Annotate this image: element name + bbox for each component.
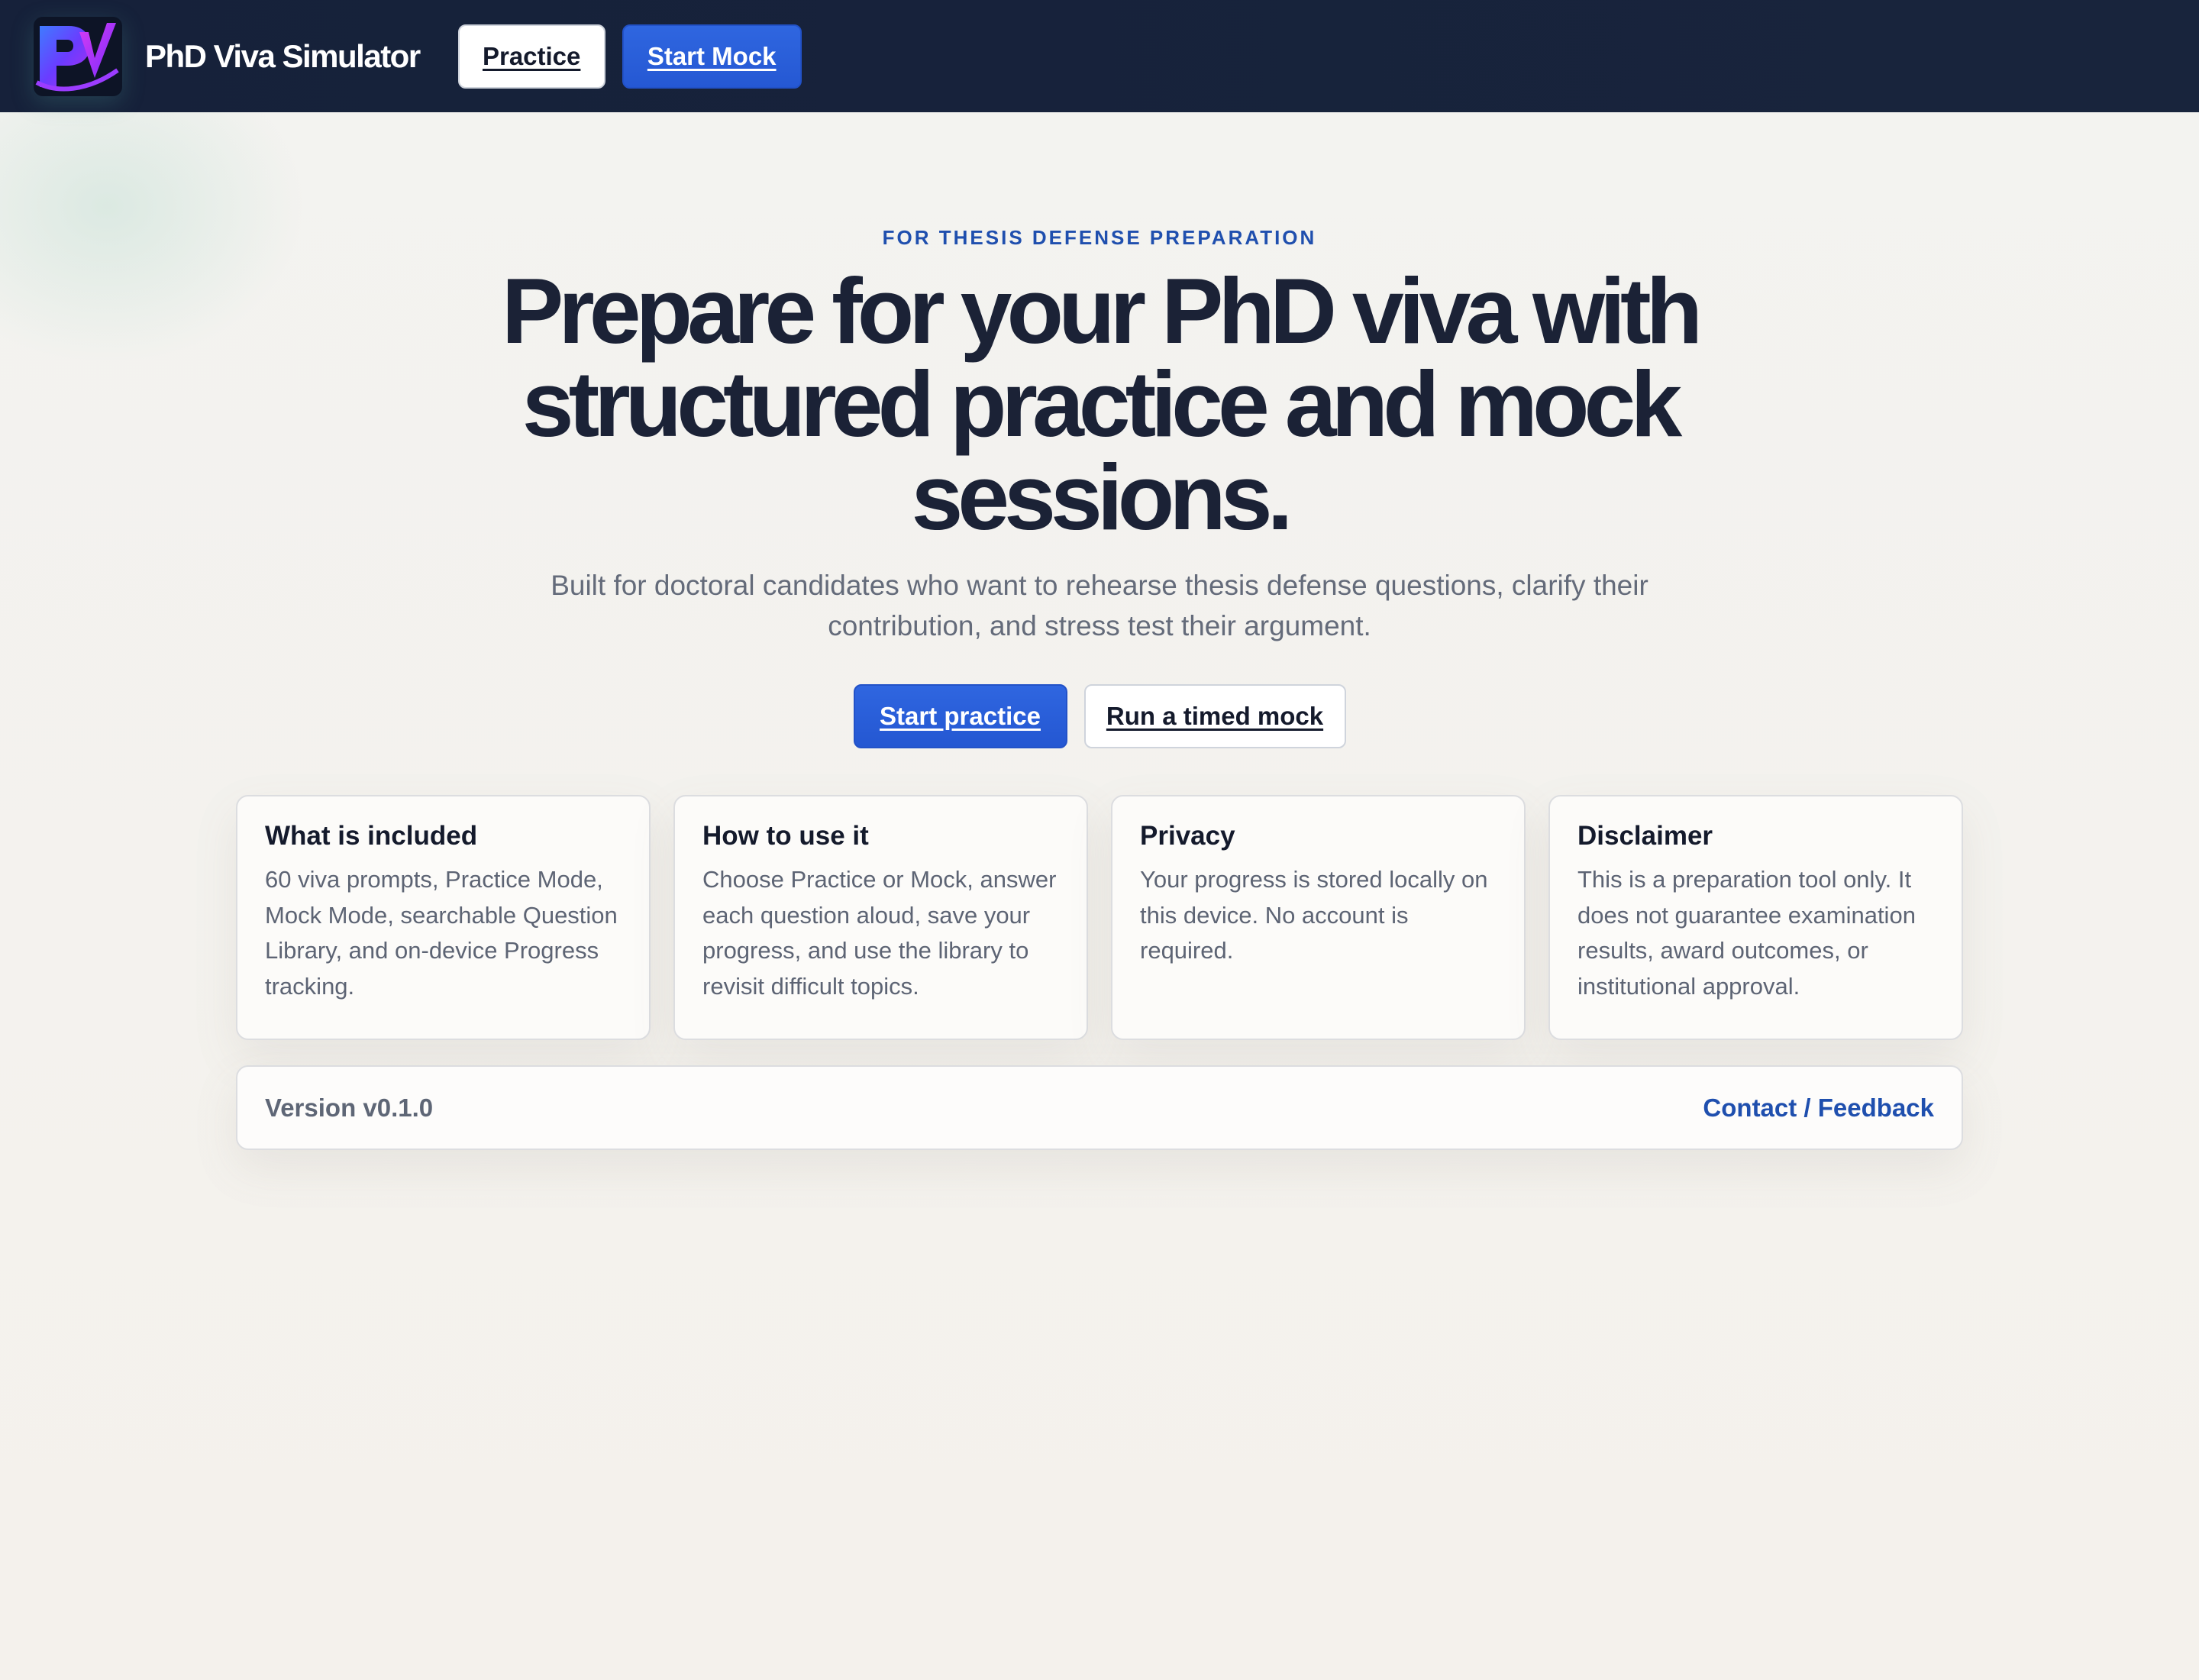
card-title: What is included <box>265 821 478 851</box>
card-body: Choose Practice or Mock, answer each que… <box>702 866 1057 1000</box>
pv-logo-icon[interactable] <box>34 16 122 96</box>
run-timed-mock-button[interactable]: Run a timed mock <box>1083 684 1346 748</box>
brand-name: PhD Viva Simulator <box>145 37 421 74</box>
card-body: 60 viva prompts, Practice Mode, Mock Mod… <box>265 866 618 1000</box>
version-label: Version v0.1.0 <box>265 1093 434 1122</box>
contact-feedback-link[interactable]: Contact / Feedback <box>1703 1094 1934 1123</box>
footer-bar: Version v0.1.0 Contact / Feedback <box>236 1065 1963 1150</box>
start-practice-button[interactable]: Start practice <box>853 684 1067 748</box>
card-privacy: Privacy Your progress is stored locally … <box>1111 795 1526 1040</box>
card-body: Your progress is stored locally on this … <box>1140 866 1488 964</box>
card-title: Disclaimer <box>1577 821 1713 851</box>
nav-start-mock-button[interactable]: Start Mock <box>622 24 802 89</box>
hero-cta-group: Start practice Run a timed mock <box>0 684 2199 748</box>
card-title: How to use it <box>702 821 869 851</box>
card-what-is-included: What is included 60 viva prompts, Practi… <box>236 795 651 1040</box>
card-disclaimer: Disclaimer This is a preparation tool on… <box>1548 795 1963 1040</box>
hero-subtitle: Built for doctoral candidates who want t… <box>551 570 1648 641</box>
hero-title: Prepare for your PhD viva with structure… <box>501 259 1703 549</box>
card-how-to-use: How to use it Choose Practice or Mock, a… <box>673 795 1088 1040</box>
nav-practice-button[interactable]: Practice <box>457 24 605 89</box>
info-cards: What is included 60 viva prompts, Practi… <box>236 795 1963 1040</box>
card-body: This is a preparation tool only. It does… <box>1577 866 1916 1000</box>
card-title: Privacy <box>1140 821 1235 851</box>
hero-eyebrow: FOR THESIS DEFENSE PREPARATION <box>882 226 1317 249</box>
top-navigation-bar: PhD Viva Simulator Practice Start Mock <box>0 0 2199 112</box>
